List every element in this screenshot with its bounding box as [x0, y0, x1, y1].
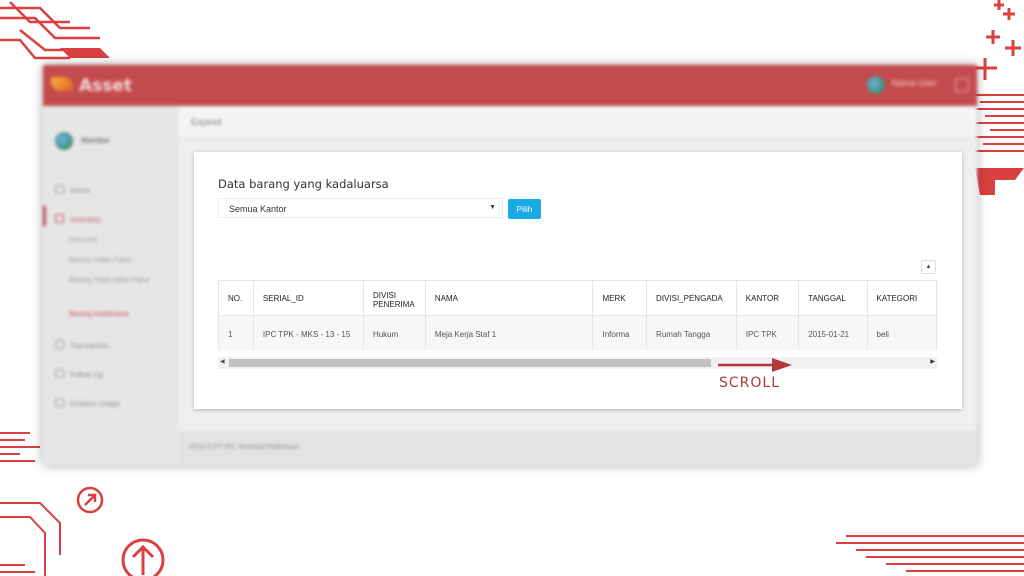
column-header-kategori[interactable]: KATEGORI — [866, 280, 937, 316]
corner-decoration-top-left — [0, 1, 110, 60]
sidebar-item-label: Transaction — [70, 341, 109, 350]
cell-kategori: beli — [866, 315, 937, 350]
office-select[interactable]: Semua Kantor ▼ — [218, 198, 503, 218]
scroll-up-icon[interactable]: ▲ — [921, 260, 936, 274]
sidebar-item-follow-up[interactable]: Follow Up — [55, 369, 103, 379]
cell-serial-id: IPC TPK - MKS - 13 - 15 — [252, 315, 364, 350]
sidebar-item-transaction[interactable]: Transaction — [55, 340, 109, 350]
page-header: Expired — [179, 106, 977, 139]
box-icon — [55, 214, 64, 223]
column-header-serial-id[interactable]: SERIAL_ID — [252, 280, 364, 316]
corner-decoration-bottom-right — [836, 535, 1024, 572]
column-header-tanggal[interactable]: TANGGAL — [798, 280, 868, 316]
sidebar-active-indicator — [43, 206, 46, 226]
card-title: Data barang yang kadaluarsa — [218, 177, 389, 191]
cell-no: 1 — [218, 315, 254, 350]
column-header-no[interactable]: NO. — [218, 280, 254, 316]
cell-merk: Informa — [592, 315, 648, 350]
column-header-kantor[interactable]: KANTOR — [735, 280, 800, 316]
sidebar-item-division-usage[interactable]: Division Usage — [55, 398, 120, 408]
caret-down-icon: ▼ — [489, 204, 496, 211]
sidebar-item-label: Follow Up — [70, 370, 104, 379]
cell-kantor: IPC TPK — [735, 315, 800, 350]
home-icon — [55, 185, 64, 194]
app-logo[interactable]: Asset — [79, 76, 132, 96]
transaction-icon — [55, 340, 64, 349]
table-row[interactable]: 1 IPC TPK - MKS - 13 - 15 Hukum Meja Ker… — [218, 315, 937, 350]
sidebar-item-label: Division Usage — [70, 399, 121, 408]
expired-items-table: NO. SERIAL_ID DIVISI PENERIMA NAMA MERK … — [218, 280, 937, 350]
sidebar-item-inventory[interactable]: Inventory — [55, 214, 101, 224]
office-select-value: Semua Kantor — [229, 204, 287, 214]
follow-up-icon — [55, 369, 64, 378]
sidebar-subitem-habis-pakai[interactable]: Barang Habis Pakai — [69, 256, 169, 266]
cell-tanggal: 2015-01-21 — [798, 315, 868, 350]
corner-decoration-right — [975, 0, 1024, 195]
horizontal-scrollbar[interactable]: ◀ ▶ — [218, 357, 937, 369]
app-footer: 2015 © PT IPC Terminal Petikemas — [179, 431, 977, 465]
division-icon — [55, 398, 64, 407]
scroll-right-icon[interactable]: ▶ — [930, 358, 935, 365]
column-header-nama[interactable]: NAMA — [424, 280, 594, 316]
sidebar-subitem-kadaluarsa[interactable]: Barang Kadaluarsa — [69, 310, 169, 320]
logo-icon — [51, 77, 73, 91]
column-header-merk[interactable]: MERK — [592, 280, 648, 316]
table-container[interactable]: NO. SERIAL_ID DIVISI PENERIMA NAMA MERK … — [218, 280, 937, 350]
pilih-button[interactable]: Pilih — [508, 199, 541, 219]
user-avatar[interactable] — [867, 76, 885, 94]
cell-divisi-pengada: Rumah Tangga — [646, 315, 737, 350]
sidebar-item-label: Inventory — [70, 215, 101, 224]
profile-name: Member — [81, 136, 111, 145]
app-topbar: Asset Nama User — [43, 65, 977, 106]
page-title: Expired — [191, 117, 222, 127]
sidebar-item-label: Home — [70, 186, 91, 195]
sidebar: Member Home Inventory Overview Barang Ha… — [43, 106, 179, 465]
profile-avatar — [55, 132, 73, 150]
sidebar-subitem-overview[interactable]: Overview — [69, 236, 169, 246]
grid-icon[interactable] — [955, 78, 969, 92]
column-header-divisi-pengada[interactable]: DIVISI_PENGADA — [646, 280, 737, 316]
scroll-annotation-label: SCROLL — [719, 375, 781, 391]
table-header-row: NO. SERIAL_ID DIVISI PENERIMA NAMA MERK … — [218, 280, 937, 316]
sidebar-subitem-tidak-habis-pakai[interactable]: Barang Tidak Habis Pakai — [69, 276, 169, 286]
expired-items-card: Data barang yang kadaluarsa Semua Kantor… — [194, 152, 962, 409]
scroll-arrow-annotation — [718, 358, 792, 372]
user-menu[interactable]: Nama User — [891, 78, 937, 88]
sidebar-item-home[interactable]: Home — [55, 185, 90, 195]
column-header-divisi-penerima[interactable]: DIVISI PENERIMA — [362, 280, 426, 316]
cell-divisi-penerima: Hukum — [362, 315, 426, 350]
scroll-left-icon[interactable]: ◀ — [220, 358, 225, 365]
cell-nama: Meja Kerja Staf 1 — [424, 315, 594, 350]
footer-text: 2015 © PT IPC Terminal Petikemas — [189, 444, 299, 451]
scrollbar-thumb[interactable] — [229, 359, 711, 367]
